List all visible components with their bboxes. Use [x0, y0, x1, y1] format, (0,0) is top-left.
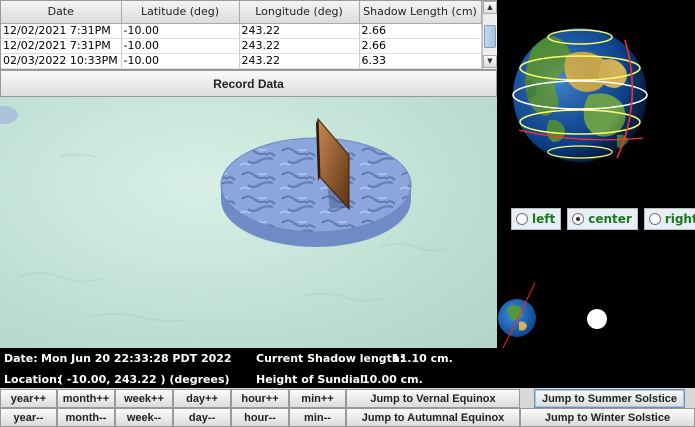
- scroll-up-arrow-icon[interactable]: ▲: [483, 1, 497, 14]
- week-increment-button[interactable]: week++: [115, 389, 173, 408]
- radio-button-selected-icon[interactable]: [572, 213, 585, 225]
- cell-date: 02/03/2022 10:33PM: [1, 53, 122, 69]
- sundial-3d-view[interactable]: [0, 97, 497, 348]
- cell-latitude: -10.00: [121, 38, 240, 54]
- data-table: Date Latitude (deg) Longitude (deg) Shad…: [1, 1, 482, 69]
- minute-increment-button[interactable]: min++: [289, 389, 346, 408]
- scrollbar-thumb[interactable]: [484, 25, 496, 48]
- jump-vernal-equinox-button[interactable]: Jump to Vernal Equinox: [346, 389, 520, 408]
- date-value: Mon Jun 20 22:33:28 PDT 2022: [41, 352, 232, 365]
- week-decrement-button[interactable]: week--: [115, 408, 173, 427]
- jump-winter-solstice-button[interactable]: Jump to Winter Solstice: [520, 408, 695, 427]
- view-option-right[interactable]: right: [643, 208, 695, 230]
- sun-icon: [587, 309, 607, 329]
- sundial-scene-graphic: [0, 106, 447, 322]
- cell-shadow-length: 2.66: [359, 38, 482, 54]
- location-label: Location:: [4, 373, 62, 386]
- data-table-panel: Date Latitude (deg) Longitude (deg) Shad…: [0, 0, 497, 70]
- sundial-height-value: 10.00 cm.: [362, 373, 423, 386]
- cell-date: 12/02/2021 7:31PM: [1, 38, 122, 54]
- status-panel: Date: Mon Jun 20 22:33:28 PDT 2022 Curre…: [0, 348, 695, 388]
- minute-decrement-button[interactable]: min--: [289, 408, 346, 427]
- orbit-earth-icon: [498, 282, 536, 348]
- cell-latitude: -10.00: [121, 23, 240, 39]
- record-data-button[interactable]: Record Data: [0, 70, 497, 97]
- column-header-latitude[interactable]: Latitude (deg): [121, 1, 240, 24]
- table-row[interactable]: 12/02/2021 7:31PM -10.00 243.22 2.66: [1, 23, 482, 39]
- view-option-label: center: [588, 212, 632, 226]
- earth-globe-graphic: [498, 28, 648, 348]
- table-row[interactable]: 02/03/2022 10:33PM -10.00 243.22 6.33: [1, 53, 482, 69]
- table-scrollbar[interactable]: ▲ ▼: [482, 1, 497, 69]
- month-decrement-button[interactable]: month--: [57, 408, 115, 427]
- day-increment-button[interactable]: day++: [173, 389, 231, 408]
- column-header-longitude[interactable]: Longitude (deg): [239, 1, 360, 24]
- view-option-center[interactable]: center: [567, 208, 638, 230]
- earth-view-pane: left center right: [497, 0, 695, 348]
- cell-latitude: -10.00: [121, 53, 240, 69]
- cell-longitude: 243.22: [239, 38, 360, 54]
- shadow-length-value: 11.10 cm.: [392, 352, 453, 365]
- view-option-left[interactable]: left: [511, 208, 562, 230]
- radio-button-icon[interactable]: [648, 213, 661, 225]
- day-decrement-button[interactable]: day--: [173, 408, 231, 427]
- view-option-label: left: [532, 212, 556, 226]
- column-header-date[interactable]: Date: [1, 1, 122, 24]
- cell-shadow-length: 2.66: [359, 23, 482, 39]
- table-row[interactable]: 12/02/2021 7:31PM -10.00 243.22 2.66: [1, 38, 482, 54]
- cell-longitude: 243.22: [239, 23, 360, 39]
- sundial-height-label: Height of Sundial:: [256, 373, 369, 386]
- jump-autumnal-equinox-button[interactable]: Jump to Autumnal Equinox: [346, 408, 520, 427]
- cell-longitude: 243.22: [239, 53, 360, 69]
- view-option-label: right: [664, 212, 695, 226]
- radio-button-icon[interactable]: [516, 213, 528, 225]
- jump-summer-solstice-button[interactable]: Jump to Summer Solstice: [534, 389, 685, 408]
- shadow-length-label: Current Shadow length:: [256, 352, 405, 365]
- year-increment-button[interactable]: year++: [0, 389, 57, 408]
- table-header-row: Date Latitude (deg) Longitude (deg) Shad…: [1, 1, 482, 24]
- column-header-shadow-length[interactable]: Shadow Length (cm): [359, 1, 482, 24]
- month-increment-button[interactable]: month++: [57, 389, 115, 408]
- location-value: ( -10.00, 243.22 ) (degrees): [58, 373, 230, 386]
- time-controls: year++ month++ week++ day++ hour++ min++…: [0, 388, 695, 427]
- hour-decrement-button[interactable]: hour--: [231, 408, 289, 427]
- year-decrement-button[interactable]: year--: [0, 408, 57, 427]
- cell-date: 12/02/2021 7:31PM: [1, 23, 122, 39]
- hour-increment-button[interactable]: hour++: [231, 389, 289, 408]
- scroll-down-arrow-icon[interactable]: ▼: [483, 55, 497, 68]
- view-radio-group: left center right: [511, 208, 695, 230]
- date-label: Date:: [4, 352, 38, 365]
- earth-globe-icon: [512, 28, 648, 162]
- cell-shadow-length: 6.33: [359, 53, 482, 69]
